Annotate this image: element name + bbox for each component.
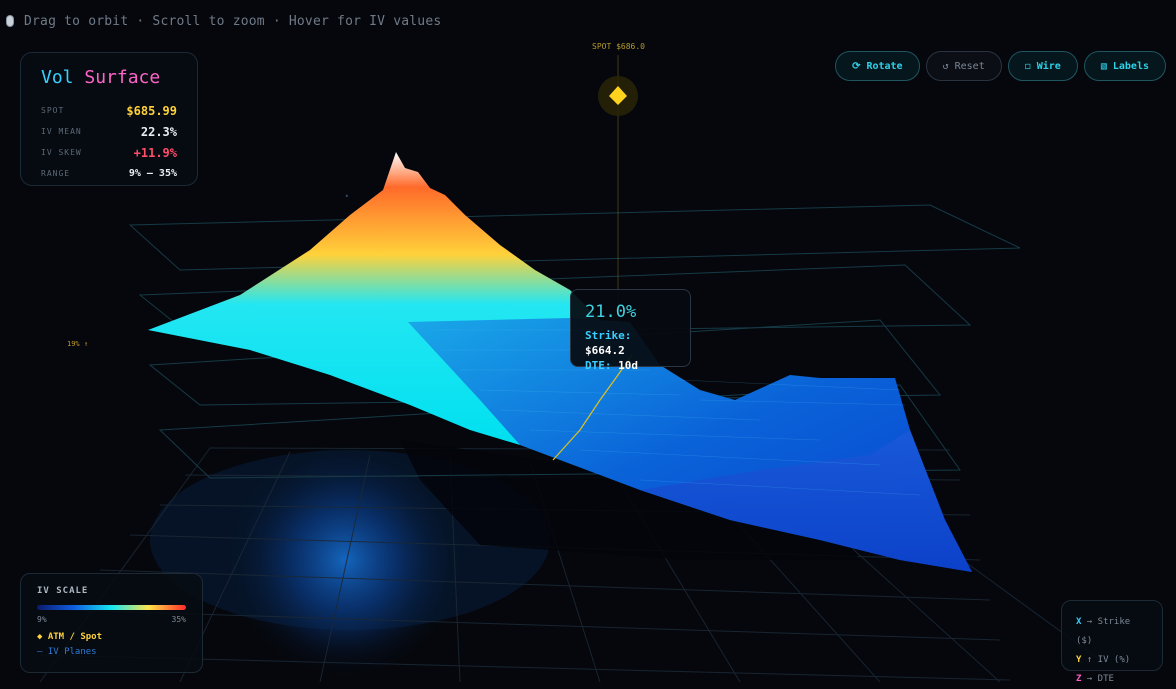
panel-title: Vol Surface <box>41 67 161 88</box>
rotate-button[interactable]: ⟳ Rotate <box>835 51 920 81</box>
mouse-icon <box>6 15 14 27</box>
peak-tick: ▴ <box>345 192 349 199</box>
stats-panel: Vol Surface SPOT $685.99 IV MEAN 22.3% IV … <box>20 52 198 186</box>
reset-button[interactable]: ↺ Reset <box>925 51 1002 81</box>
view-controls: ⟳ Rotate ↺ Reset ◻ Wire ▧ Labels <box>835 51 1166 81</box>
stat-row-range: RANGE 9% — 35% <box>41 168 177 179</box>
iv-scale-legend: IV SCALE 9% 35% ◆ ATM / Spot — IV Planes <box>20 573 203 673</box>
stat-row-iv-mean: IV MEAN 22.3% <box>41 124 177 139</box>
axis-x-legend: X → Strike ($) <box>1076 617 1131 646</box>
interaction-hint: Drag to orbit · Scroll to zoom · Hover f… <box>24 13 442 29</box>
reset-icon: ↺ <box>942 60 949 72</box>
iv-color-gradient <box>37 605 186 610</box>
rotate-icon: ⟳ <box>852 60 861 72</box>
axes-legend: X → Strike ($) Y ↑ IV (%) Z → DTE <box>1061 600 1163 684</box>
stat-row-spot: SPOT $685.99 <box>41 103 177 118</box>
iv-scale-title: IV SCALE <box>37 586 89 596</box>
labels-icon: ▧ <box>1100 60 1107 72</box>
wire-icon: ◻ <box>1024 60 1031 72</box>
legend-iv-planes: — IV Planes <box>37 647 97 657</box>
iv-scale-ticks: 9% 35% <box>37 615 186 624</box>
tooltip-iv-value: 21.0% <box>585 302 637 322</box>
wire-button[interactable]: ◻ Wire <box>1007 51 1078 81</box>
top-hint-bar: Drag to orbit · Scroll to zoom · Hover f… <box>0 0 1176 42</box>
stat-row-iv-skew: IV SKEW +11.9% <box>41 145 177 160</box>
tooltip-strike: Strike: $664.2 <box>585 329 632 357</box>
axis-z-legend: Z → DTE <box>1076 674 1114 684</box>
iv-hover-tooltip: 21.0% Strike: $664.2 DTE: 10d <box>570 289 691 372</box>
spot-price-label: SPOT $686.0 <box>592 42 645 51</box>
iv-plane-label: 19% ↑ <box>67 340 88 348</box>
legend-atm-spot: ◆ ATM / Spot <box>37 632 103 642</box>
tooltip-dte: DTE: 10d <box>585 359 638 372</box>
axis-y-legend: Y ↑ IV (%) <box>1076 655 1131 665</box>
labels-button[interactable]: ▧ Labels <box>1083 51 1166 81</box>
